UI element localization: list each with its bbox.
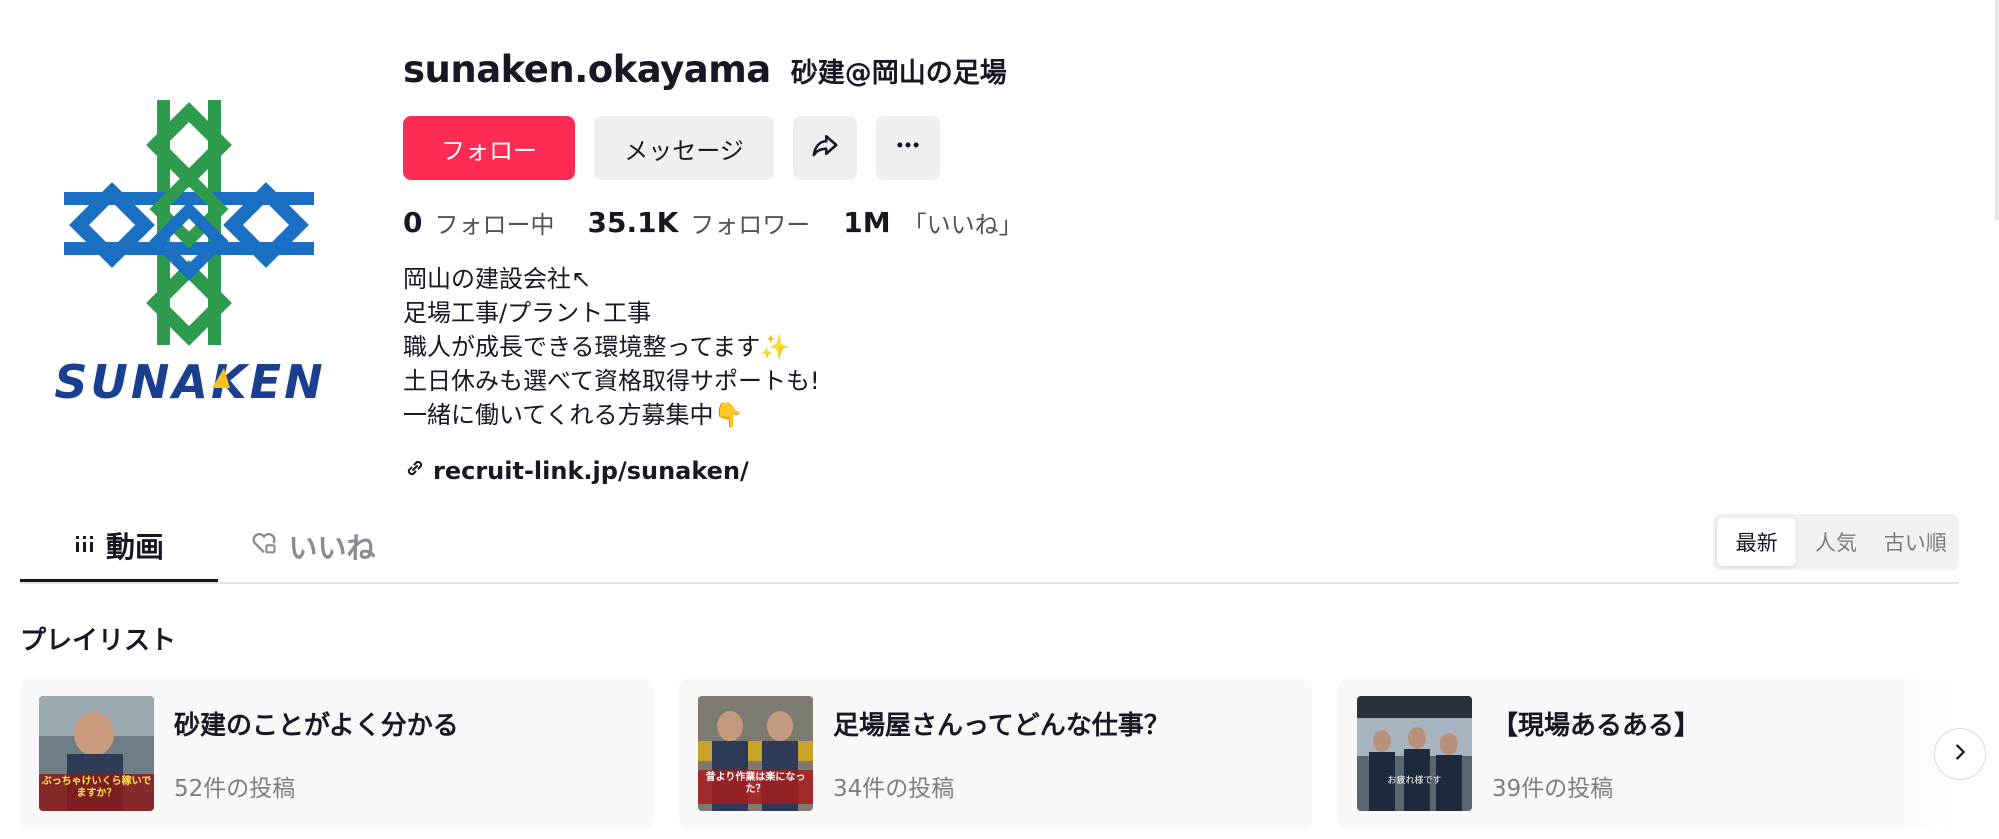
- tab-liked[interactable]: いいね: [238, 510, 388, 582]
- bio-line: 一緒に働いてくれる方募集中👇: [403, 401, 744, 429]
- profile-bio: 岡山の建設会社↖ 足場工事/プラント工事 職人が成長できる環境整ってます✨ 土日…: [403, 262, 1056, 432]
- followers-label[interactable]: フォロワー: [690, 205, 810, 240]
- profile-info: sunaken.okayama 砂建@岡山の足場 フォロー メッセージ 0 フォ…: [403, 48, 1056, 486]
- chevron-right-icon: [1949, 741, 1971, 767]
- svg-text:SUNAKEN: SUNAKEN: [54, 355, 325, 409]
- playlist-next-button[interactable]: [1934, 728, 1986, 780]
- following-count[interactable]: 0: [403, 206, 422, 239]
- link-text[interactable]: recruit-link.jp/sunaken/: [433, 457, 749, 485]
- sort-popular[interactable]: 人気: [1796, 518, 1875, 566]
- more-options-button[interactable]: [876, 116, 940, 180]
- playlist-card[interactable]: お疲れ様です 【現場あるある】 39件の投稿: [1338, 679, 1971, 829]
- message-button[interactable]: メッセージ: [594, 116, 774, 180]
- playlist-count: 52件の投稿: [174, 776, 296, 802]
- profile-link[interactable]: recruit-link.jp/sunaken/: [403, 456, 1056, 486]
- playlist-thumbnail: ぶっちゃけいくら稼いでますか？: [39, 696, 154, 811]
- share-icon: [810, 130, 840, 166]
- profile-stats: 0 フォロー中 35.1K フォロワー 1M 「いいね」: [403, 200, 1056, 244]
- playlist-card[interactable]: 昔より作業は楽になった？ 足場屋さんってどんな仕事？ 34件の投稿: [679, 679, 1312, 829]
- profile-nickname: 砂建@岡山の足場: [790, 58, 1007, 89]
- playlist-card[interactable]: ぶっちゃけいくら稼いでますか？ 砂建のことがよく分かる 52件の投稿: [20, 679, 653, 829]
- playlist-list: ぶっちゃけいくら稼いでますか？ 砂建のことがよく分かる 52件の投稿 昔より作業…: [20, 679, 1971, 829]
- tab-liked-label: いいね: [288, 531, 376, 565]
- playlist-count: 39件の投稿: [1492, 776, 1614, 802]
- bio-line: 岡山の建設会社↖: [403, 265, 592, 293]
- thumbnail-caption: お疲れ様です: [1387, 776, 1442, 786]
- thumbnail-caption: ぶっちゃけいくら稼いでますか？: [41, 776, 152, 799]
- tab-videos-label: 動画: [105, 529, 164, 564]
- sort-latest[interactable]: 最新: [1717, 518, 1797, 566]
- follow-button[interactable]: フォロー: [403, 116, 575, 180]
- bio-line: 土日休みも選べて資格取得サポートも!: [403, 367, 820, 395]
- playlist-title: 砂建のことがよく分かる: [174, 711, 459, 741]
- grid-icon: [74, 528, 96, 562]
- sort-selector: 最新 人気 古い順: [1713, 514, 1959, 570]
- tab-videos[interactable]: 動画: [20, 510, 218, 582]
- bio-line: 職人が成長できる環境整ってます✨: [403, 333, 791, 361]
- profile-username: sunaken.okayama: [403, 48, 771, 91]
- followers-count[interactable]: 35.1K: [587, 206, 678, 239]
- sort-oldest[interactable]: 古い順: [1876, 518, 1955, 566]
- bio-line: 足場工事/プラント工事: [403, 299, 652, 327]
- content-tabs: 動画 いいね: [20, 510, 1959, 584]
- profile-avatar: SUNAKEN: [40, 70, 340, 430]
- likes-label: 「いいね」: [902, 210, 1023, 239]
- share-button[interactable]: [793, 116, 857, 180]
- likes-count: 1M: [843, 205, 891, 239]
- playlist-title: 【現場あるある】: [1492, 711, 1701, 741]
- more-icon: [893, 130, 923, 166]
- following-label[interactable]: フォロー中: [434, 205, 554, 240]
- playlist-title: 足場屋さんってどんな仕事？: [833, 711, 1170, 741]
- playlist-thumbnail: お疲れ様です: [1357, 696, 1472, 811]
- playlist-heading: プレイリスト: [20, 626, 177, 656]
- link-icon: [403, 456, 427, 486]
- heart-lock-icon: [250, 529, 278, 564]
- thumbnail-caption: 昔より作業は楽になった？: [705, 772, 806, 795]
- scrollbar[interactable]: [1995, 0, 1999, 220]
- playlist-thumbnail: 昔より作業は楽になった？: [698, 696, 813, 811]
- playlist-count: 34件の投稿: [833, 776, 955, 802]
